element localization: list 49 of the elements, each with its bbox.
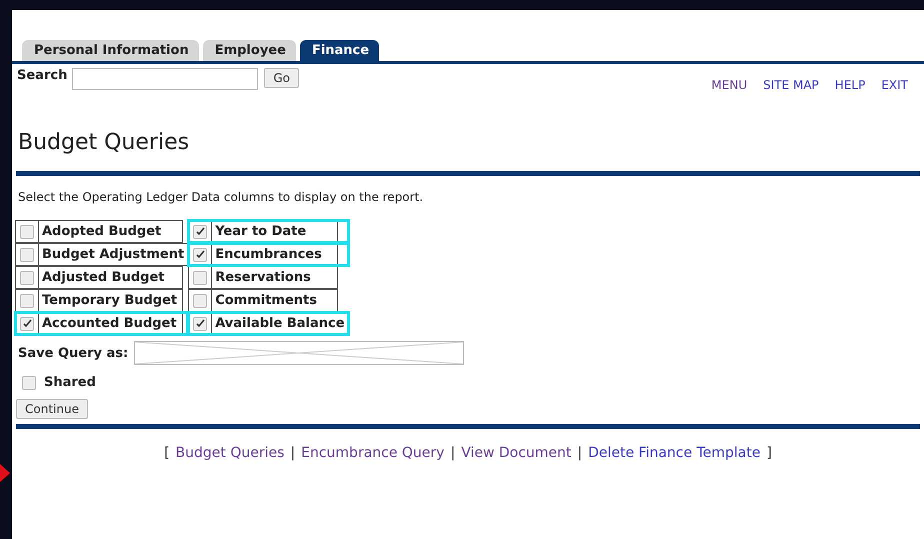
continue-button[interactable]: Continue <box>16 399 88 419</box>
instructions-text: Select the Operating Ledger Data columns to display on the report. <box>18 190 424 204</box>
footer-link[interactable]: Delete Finance Template <box>588 445 760 461</box>
save-query-field[interactable] <box>134 341 464 365</box>
checkbox[interactable] <box>20 248 34 262</box>
search-field[interactable] <box>72 68 258 90</box>
footer-link[interactable]: Budget Queries <box>176 445 284 461</box>
checkbox[interactable] <box>20 224 34 238</box>
column-option-label: Commitments <box>212 289 338 312</box>
link-separator: | <box>290 445 296 461</box>
checkbox[interactable] <box>193 270 208 284</box>
checkbox[interactable] <box>193 224 208 238</box>
column-option-label: Budget Adjustment <box>39 243 188 266</box>
checkmark-icon <box>196 319 205 328</box>
tab[interactable]: Personal Information <box>22 40 199 61</box>
search-label: Search <box>17 68 68 83</box>
checkbox[interactable] <box>22 376 36 390</box>
checkbox[interactable] <box>20 316 34 330</box>
footer-link[interactable]: View Document <box>461 445 572 461</box>
checkmark-icon <box>196 250 205 259</box>
column-option-label: Accounted Budget <box>39 312 183 335</box>
checkmark-icon <box>22 319 32 328</box>
page-title: Budget Queries <box>18 130 190 155</box>
checkbox[interactable] <box>193 294 208 308</box>
nav-link[interactable]: SITE MAP <box>763 78 819 92</box>
column-option-label: Adopted Budget <box>39 220 183 243</box>
checkmark-icon <box>196 227 205 236</box>
link-separator: | <box>450 445 456 461</box>
column-option-label: Year to Date <box>212 220 338 243</box>
bracket: [ <box>164 445 170 461</box>
link-separator: | <box>577 445 582 461</box>
go-button[interactable]: Go <box>264 68 299 88</box>
nav-link[interactable]: MENU <box>711 78 748 92</box>
checkbox[interactable] <box>20 270 34 284</box>
pointer-arrow-icon <box>0 464 10 482</box>
shared-label: Shared <box>44 375 96 390</box>
nav-link[interactable]: HELP <box>834 78 866 92</box>
checkbox[interactable] <box>20 294 34 308</box>
checkbox[interactable] <box>193 248 208 262</box>
tab[interactable]: Employee <box>202 40 296 61</box>
column-option-label: Temporary Budget <box>39 289 183 312</box>
nav-link[interactable]: EXIT <box>881 78 908 92</box>
checkbox[interactable] <box>193 316 208 330</box>
column-option-label: Adjusted Budget <box>39 266 183 289</box>
save-query-label: Save Query as: <box>18 346 128 360</box>
tab[interactable]: Finance <box>300 40 380 61</box>
footer-link[interactable]: Encumbrance Query <box>301 445 444 461</box>
bracket: ] <box>766 445 772 461</box>
column-option-label: Reservations <box>212 266 338 289</box>
